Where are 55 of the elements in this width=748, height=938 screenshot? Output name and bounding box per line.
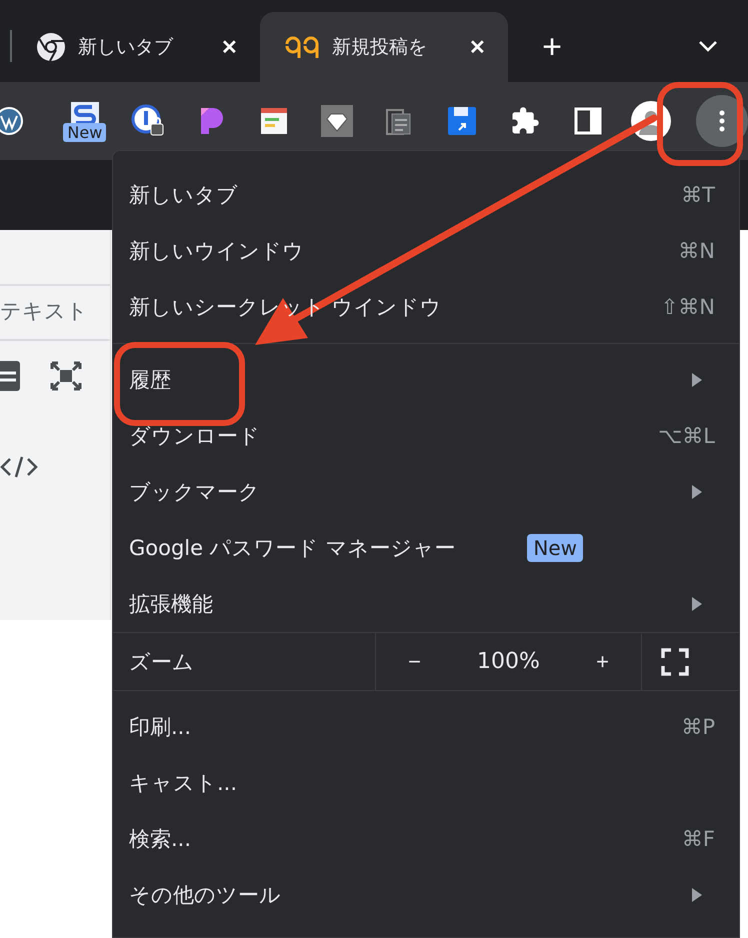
menu-item-label: 拡張機能 <box>129 591 213 618</box>
fullscreen-icon[interactable] <box>660 648 688 676</box>
shortcut-text: ⌘N <box>678 239 715 263</box>
menu-item-label: ダウンロード <box>129 423 260 450</box>
menu-item[interactable]: ブックマーク <box>113 464 739 520</box>
menu-item-label: 印刷... <box>129 714 192 741</box>
shortcut-text: ⌘T <box>681 183 715 207</box>
tab-title: 新しいタブ <box>78 35 174 60</box>
menu-item[interactable]: Google パスワード マネージャー New <box>113 520 739 576</box>
avatar-icon[interactable] <box>631 101 672 141</box>
zoom-level: 100% <box>477 649 540 674</box>
menu-item[interactable]: 履歴 <box>113 352 739 408</box>
chrome-logo-icon <box>36 32 66 62</box>
tab-title: 新規投稿を <box>332 35 428 60</box>
menu-item[interactable]: 新しいタブ ⌘T <box>113 167 739 223</box>
shortcut-text: ⌘F <box>682 827 715 851</box>
menu-item-label: Google パスワード マネージャー <box>129 535 456 562</box>
code-icon[interactable] <box>0 455 38 479</box>
browser-tab[interactable]: 新しいタブ ✕ <box>12 12 260 82</box>
close-tab-button[interactable]: ✕ <box>463 34 492 60</box>
zoom-in-button[interactable]: + <box>588 648 617 674</box>
menu-item[interactable]: 拡張機能 <box>113 576 739 632</box>
menu-item-label: 新しいウインドウ <box>129 238 304 265</box>
menu-item[interactable]: その他のツール <box>113 867 739 923</box>
new-badge: New <box>63 122 106 142</box>
menu-item-label: ブックマーク <box>129 479 260 506</box>
side-panel-icon[interactable] <box>574 107 602 135</box>
shortcut-text: ⇧⌘N <box>660 295 715 319</box>
more-icon <box>719 110 726 132</box>
menu-item-label: 新しいタブ <box>129 182 238 209</box>
shortcut-text: ⌘P <box>681 715 715 739</box>
menu-item[interactable]: 検索... ⌘F <box>113 811 739 867</box>
form-icon[interactable] <box>260 107 288 135</box>
chevron-down-icon[interactable] <box>698 40 718 52</box>
wordpress-icon[interactable] <box>0 106 24 136</box>
new-tab-button[interactable]: + <box>530 12 574 82</box>
zoom-label: ズーム <box>113 633 376 690</box>
expand-icon[interactable] <box>50 361 82 391</box>
lock-icon[interactable] <box>130 104 165 138</box>
menu-item[interactable]: ダウンロード ⌥⌘L <box>113 408 739 464</box>
puzzle-icon[interactable] <box>510 106 540 136</box>
list-icon[interactable] <box>0 361 20 391</box>
menu-item-label: 履歴 <box>129 367 171 394</box>
text-label: テキスト <box>0 286 110 341</box>
close-tab-button[interactable]: ✕ <box>215 34 244 60</box>
new-badge: New <box>527 534 584 562</box>
menu-item[interactable]: 新しいウインドウ ⌘N <box>113 223 739 279</box>
browser-tab[interactable]: 新規投稿を ✕ <box>260 12 508 82</box>
zoom-out-button[interactable]: − <box>400 648 429 674</box>
menu-item-label: 検索... <box>129 826 192 853</box>
menu-item-label: キャスト... <box>129 770 238 797</box>
menu-item-label: その他のツール <box>129 882 281 909</box>
menu-item[interactable]: キャスト... <box>113 755 739 811</box>
menu-item[interactable]: 印刷... ⌘P <box>113 699 739 755</box>
shortcut-text: ⌥⌘L <box>658 424 715 448</box>
